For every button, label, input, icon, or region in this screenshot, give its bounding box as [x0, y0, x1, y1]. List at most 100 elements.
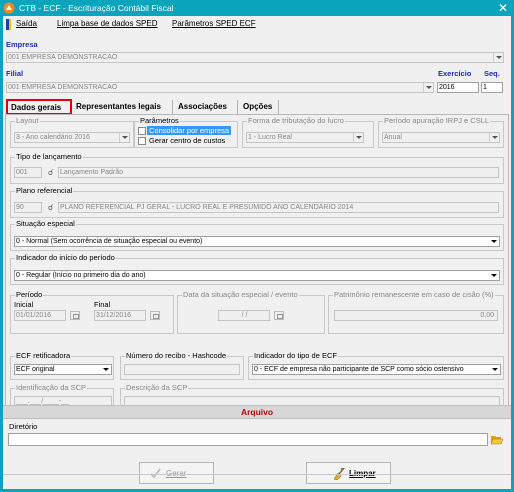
- seq-field[interactable]: 1: [481, 82, 503, 93]
- consolidar-label[interactable]: Consolidar por empresa: [147, 126, 232, 135]
- periodo-inicial-label: Inicial: [14, 300, 34, 309]
- layout-group: Layout 3 - Ano calendário 2016: [10, 116, 134, 148]
- parametros-group: Parâmetros Consolidar por empresa Gerar …: [134, 116, 238, 148]
- periodo-apuracao-group: Período apuração IRPJ e CSLL Anual: [378, 116, 504, 148]
- diretorio-label: Diretório: [9, 422, 38, 431]
- binoculars-icon[interactable]: ☌: [45, 167, 56, 178]
- menu-saida[interactable]: Saída: [16, 19, 37, 28]
- dados-gerais-panel: Layout 3 - Ano calendário 2016 Parâmetro…: [5, 114, 509, 416]
- calendar-icon[interactable]: [150, 311, 160, 320]
- close-icon[interactable]: ✕: [498, 1, 508, 15]
- chevron-down-icon[interactable]: [101, 365, 111, 374]
- app-icon: [3, 2, 15, 14]
- divider: [3, 474, 511, 475]
- calendar-icon[interactable]: [274, 311, 284, 320]
- limpar-button[interactable]: Limpar: [306, 462, 391, 484]
- indicador-tipo-group: Indicador do tipo de ECF 0 - ECF de empr…: [248, 351, 504, 380]
- arquivo-section-header: Arquivo: [3, 405, 511, 419]
- chevron-down-icon[interactable]: [490, 365, 500, 374]
- periodo-final-label: Final: [94, 300, 111, 309]
- exercicio-label: Exercício: [438, 69, 472, 78]
- plano-referencial-label: Plano referencial: [15, 186, 74, 195]
- menu-limpa-base[interactable]: Limpa base de dados SPED: [57, 19, 158, 28]
- numero-recibo-group: Número do recibo - Hashcode: [120, 351, 244, 380]
- numero-recibo-field[interactable]: [124, 364, 240, 375]
- indicador-inicio-select[interactable]: 0 - Regular (Início no primeiro dia do a…: [14, 270, 500, 281]
- ecf-retificadora-value: ECF original: [16, 366, 55, 373]
- tab-dados-gerais[interactable]: Dados gerais: [6, 99, 72, 115]
- situacao-especial-label: Situação especial: [15, 219, 76, 228]
- indicador-tipo-select[interactable]: 0 - ECF de empresa não participante de S…: [252, 364, 501, 375]
- filial-select[interactable]: 001 EMPRESA DEMONSTRACAO: [6, 82, 434, 93]
- data-situacao-label: Data da situação especial / evento: [182, 290, 299, 299]
- tributacao-value: 1 - Lucro Real: [248, 134, 292, 141]
- ecf-retificadora-label: ECF retificadora: [15, 351, 72, 360]
- chevron-down-icon[interactable]: [489, 271, 499, 280]
- folder-open-icon[interactable]: [490, 434, 503, 445]
- patrimonio-label: Patrimônio remanescente em caso de cisão…: [333, 290, 495, 299]
- situacao-especial-value: 0 - Normal (Sem ocorrência de situação e…: [16, 238, 203, 245]
- empresa-select[interactable]: 001 EMPRESA DEMONSTRACAO: [6, 52, 504, 63]
- tributacao-label: Forma de tributação do lucro: [247, 116, 345, 125]
- consolidar-checkbox[interactable]: [138, 127, 146, 135]
- tab-representantes-legais[interactable]: Representantes legais: [74, 100, 173, 114]
- indicador-inicio-label: Indicador do início do período: [15, 253, 116, 262]
- situacao-especial-group: Situação especial 0 - Normal (Sem ocorrê…: [10, 219, 504, 251]
- periodo-group: Período Inicial Final 01/01/2016 31/12/2…: [10, 290, 174, 334]
- title-bar: CTB - ECF - Escrituração Contábil Fiscal…: [0, 0, 514, 16]
- chevron-down-icon[interactable]: [423, 83, 433, 92]
- filial-value: 001 EMPRESA DEMONSTRACAO: [8, 84, 118, 91]
- tipo-lancamento-group: Tipo de lançamento 001 ☌ Lançamento Padr…: [10, 152, 504, 184]
- tributacao-select[interactable]: 1 - Lucro Real: [246, 132, 364, 143]
- chevron-down-icon[interactable]: [493, 53, 503, 62]
- window-title: CTB - ECF - Escrituração Contábil Fiscal: [19, 3, 174, 13]
- binoculars-icon[interactable]: ☌: [45, 202, 56, 213]
- client-area: Saída Limpa base de dados SPED Parâmetro…: [3, 16, 511, 489]
- gerar-centro-label[interactable]: Gerar centro de custos: [149, 136, 225, 145]
- periodo-apuracao-select[interactable]: Anual: [382, 132, 500, 143]
- indicador-tipo-label: Indicador do tipo de ECF: [253, 351, 338, 360]
- plano-referencial-group: Plano referencial 90 ☌ PLANO REFERENCIAL…: [10, 186, 504, 218]
- empresa-value: 001 EMPRESA DEMONSTRACAO: [8, 54, 118, 61]
- patrimonio-group: Patrimônio remanescente em caso de cisão…: [328, 290, 504, 334]
- indicador-inicio-group: Indicador do início do período 0 - Regul…: [10, 253, 504, 285]
- menu-bar: Saída Limpa base de dados SPED Parâmetro…: [3, 16, 511, 32]
- ecf-retificadora-group: ECF retificadora ECF original: [10, 351, 114, 380]
- tipo-lancamento-desc: Lançamento Padrão: [58, 167, 499, 178]
- identificacao-scp-label: Identificação da SCP: [15, 383, 88, 392]
- chevron-down-icon[interactable]: [353, 133, 363, 142]
- empresa-label: Empresa: [6, 40, 38, 49]
- diretorio-field[interactable]: [8, 433, 488, 446]
- chevron-down-icon[interactable]: [489, 237, 499, 246]
- layout-select[interactable]: 3 - Ano calendário 2016: [14, 132, 130, 143]
- calendar-icon[interactable]: [70, 311, 80, 320]
- numero-recibo-label: Número do recibo - Hashcode: [125, 351, 228, 360]
- tipo-lancamento-code[interactable]: 001: [14, 167, 42, 178]
- data-situacao-field[interactable]: / /: [218, 310, 270, 321]
- gerar-centro-checkbox[interactable]: [138, 137, 146, 145]
- menu-parametros-sped[interactable]: Parâmetros SPED ECF: [172, 19, 256, 28]
- tab-associacoes[interactable]: Associações: [176, 100, 238, 114]
- patrimonio-field[interactable]: 0,00: [334, 310, 498, 321]
- chevron-down-icon[interactable]: [119, 133, 129, 142]
- periodo-inicial-field[interactable]: 01/01/2016: [14, 310, 66, 321]
- exercicio-field[interactable]: 2016: [437, 82, 479, 93]
- chevron-down-icon[interactable]: [489, 133, 499, 142]
- filial-label: Filial: [6, 69, 24, 78]
- plano-referencial-desc: PLANO REFERENCIAL PJ GERAL - LUCRO REAL …: [58, 202, 499, 213]
- periodo-apuracao-label: Período apuração IRPJ e CSLL: [383, 116, 491, 125]
- seq-label: Seq.: [484, 69, 500, 78]
- situacao-especial-select[interactable]: 0 - Normal (Sem ocorrência de situação e…: [14, 236, 500, 247]
- tab-opcoes[interactable]: Opções: [241, 100, 279, 114]
- tipo-lancamento-label: Tipo de lançamento: [15, 152, 83, 161]
- ecf-retificadora-select[interactable]: ECF original: [14, 364, 112, 375]
- descricao-scp-label: Descrição da SCP: [125, 383, 189, 392]
- gerar-button[interactable]: Gerar: [139, 462, 214, 484]
- periodo-apuracao-value: Anual: [384, 134, 402, 141]
- parametros-label: Parâmetros: [139, 116, 180, 125]
- periodo-final-field[interactable]: 31/12/2016: [94, 310, 146, 321]
- indicador-inicio-value: 0 - Regular (Início no primeiro dia do a…: [16, 272, 146, 279]
- tab-bar: Dados gerais Representantes legais Assoc…: [3, 99, 511, 115]
- periodo-label: Período: [15, 290, 44, 299]
- plano-referencial-code[interactable]: 90: [14, 202, 42, 213]
